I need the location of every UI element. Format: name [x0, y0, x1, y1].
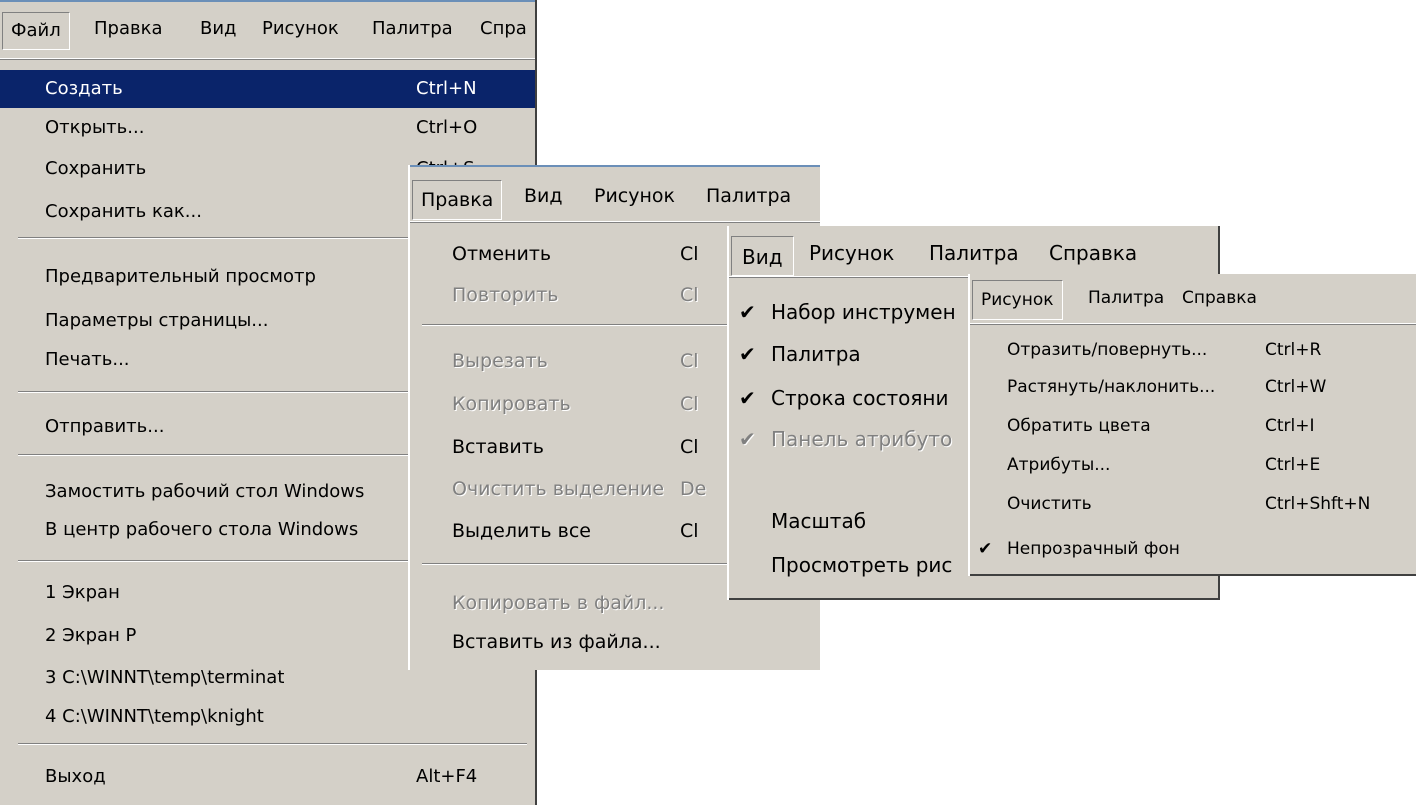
menu-item-label: Замостить рабочий стол Windows [45, 481, 365, 502]
menu-item-label: Очистить [1007, 494, 1092, 514]
menu-item-exit[interactable]: Выход Alt+F4 [0, 758, 537, 796]
menu-item-label: Отменить [452, 243, 552, 265]
menu-item-label: Сохранить как... [45, 201, 202, 222]
menubar-view[interactable]: Вид [200, 0, 237, 58]
menubar-palette[interactable]: Палитра [372, 0, 453, 58]
menubar-palette[interactable]: Палитра [706, 165, 791, 227]
menu-item-shortcut: Cl [680, 393, 699, 415]
menu-item-label: Параметры страницы... [45, 310, 269, 331]
menu-item-label: В центр рабочего стола Windows [45, 519, 359, 540]
menu-item-label: Очистить выделение [452, 478, 665, 500]
menu-item-stretch-skew[interactable]: Растянуть/наклонить... Ctrl+W [970, 368, 1416, 406]
checkmark-icon: ✔ [978, 539, 993, 559]
menu-item-flip-rotate[interactable]: Отразить/повернуть... Ctrl+R [970, 331, 1416, 369]
menu-item-label: Строка состояни [771, 386, 949, 410]
menu-item-label: Печать... [45, 349, 130, 370]
menu-item-label: Сохранить [45, 158, 147, 179]
menu-item-draw-opaque[interactable]: ✔ Непрозрачный фон [970, 530, 1416, 568]
menu-item-label: Выделить все [452, 520, 591, 542]
menu-item-label: Вставить [452, 436, 545, 458]
menubar-file[interactable]: Файл [2, 12, 70, 50]
menubar-edit[interactable]: Правка [94, 0, 163, 58]
menubar-image[interactable]: Рисунок [594, 165, 675, 227]
menu-item-label: Копировать в файл... [452, 592, 665, 614]
menubar-image[interactable]: Рисунок [972, 280, 1063, 320]
menu-item-clear-image[interactable]: Очистить Ctrl+Shft+N [970, 485, 1416, 523]
menu-item-attributes[interactable]: Атрибуты... Ctrl+E [970, 446, 1416, 484]
menu-item-shortcut: Ctrl+W [1265, 377, 1327, 397]
menu-item-label: Отразить/повернуть... [1007, 340, 1208, 360]
menu-item-shortcut: Ctrl+E [1265, 455, 1321, 475]
menu-item-label: Копировать [452, 393, 571, 415]
menu-item-label: Набор инструмен [771, 300, 956, 324]
menu-item-label: 1 Экран [45, 582, 120, 603]
menubar: Рисунок Палитра Справка [970, 274, 1416, 324]
menubar-palette[interactable]: Палитра [929, 226, 1019, 280]
menu-frame [970, 574, 1416, 576]
checkmark-icon: ✔ [739, 386, 756, 410]
menu-item-shortcut: De [680, 478, 707, 500]
menubar-view[interactable]: Вид [524, 165, 563, 227]
menu-item-label: Масштаб [771, 509, 867, 533]
menu-item-shortcut: Ctrl+N [416, 78, 477, 99]
image-menu-panel: Рисунок Палитра Справка Отразить/поверну… [968, 274, 1416, 576]
menu-item-label: Палитра [771, 342, 861, 366]
menu-item-label: Открыть... [45, 117, 145, 138]
menu-item-shortcut: Alt+F4 [416, 766, 478, 787]
menu-item-label: Отправить... [45, 416, 165, 437]
menu-item-shortcut: Cl [680, 350, 699, 372]
menu-item-shortcut: Cl [680, 436, 699, 458]
menu-item-label: 2 Экран Р [45, 625, 137, 646]
menubar-help[interactable]: Спра [480, 0, 527, 58]
menu-item-label: Растянуть/наклонить... [1007, 377, 1216, 397]
menu-separator [18, 743, 527, 745]
menu-item-shortcut: Ctrl+O [416, 117, 478, 138]
menu-frame [729, 598, 1220, 600]
checkmark-icon: ✔ [739, 427, 756, 451]
menu-item-label: Вставить из файла... [452, 631, 661, 653]
menu-item-paste-from-file[interactable]: Вставить из файла... [410, 623, 820, 661]
menu-item-shortcut: Cl [680, 243, 699, 265]
checkmark-icon: ✔ [739, 342, 756, 366]
menubar-help[interactable]: Справка [1182, 274, 1257, 323]
menu-item-label: Просмотреть рис [771, 553, 953, 577]
menu-item-open[interactable]: Открыть... Ctrl+O [0, 109, 537, 147]
menu-item-label: Повторить [452, 284, 559, 306]
menubar-edit[interactable]: Правка [412, 180, 503, 220]
menu-item-label: 4 C:\WINNT\temp\knight [45, 706, 264, 727]
menu-item-label: Панель атрибуто [771, 427, 953, 451]
menu-item-label: Обратить цвета [1007, 416, 1151, 436]
menu-item-label: Создать [45, 78, 123, 99]
menubar-view[interactable]: Вид [731, 236, 794, 276]
menu-item-label: Непрозрачный фон [1007, 539, 1180, 559]
menu-item-new[interactable]: Создать Ctrl+N [0, 70, 537, 108]
menu-item-recent-4[interactable]: 4 C:\WINNT\temp\knight [0, 698, 537, 736]
menu-item-shortcut: Ctrl+R [1265, 340, 1322, 360]
menubar-image[interactable]: Рисунок [262, 0, 339, 58]
menubar: Правка Вид Рисунок Палитра [410, 165, 820, 222]
menu-item-label: Атрибуты... [1007, 455, 1111, 475]
menubar-palette[interactable]: Палитра [1088, 274, 1164, 323]
menu-item-label: Вырезать [452, 350, 548, 372]
menu-item-invert-colors[interactable]: Обратить цвета Ctrl+I [970, 407, 1416, 445]
menu-item-shortcut: Ctrl+I [1265, 416, 1315, 436]
menu-item-label: 3 C:\WINNT\temp\terminat [45, 667, 285, 688]
menu-item-label: Предварительный просмотр [45, 266, 316, 287]
menubar-image[interactable]: Рисунок [809, 226, 894, 280]
menubar-help[interactable]: Справка [1049, 226, 1137, 280]
menu-item-label: Выход [45, 766, 106, 787]
menu-item-shortcut: Ctrl+Shft+N [1265, 494, 1371, 514]
menu-item-shortcut: Cl [680, 284, 699, 306]
menu-item-shortcut: Cl [680, 520, 699, 542]
checkmark-icon: ✔ [739, 300, 756, 324]
menubar: Файл Правка Вид Рисунок Палитра Спра [0, 0, 537, 59]
menubar: Вид Рисунок Палитра Справка [729, 226, 1220, 277]
